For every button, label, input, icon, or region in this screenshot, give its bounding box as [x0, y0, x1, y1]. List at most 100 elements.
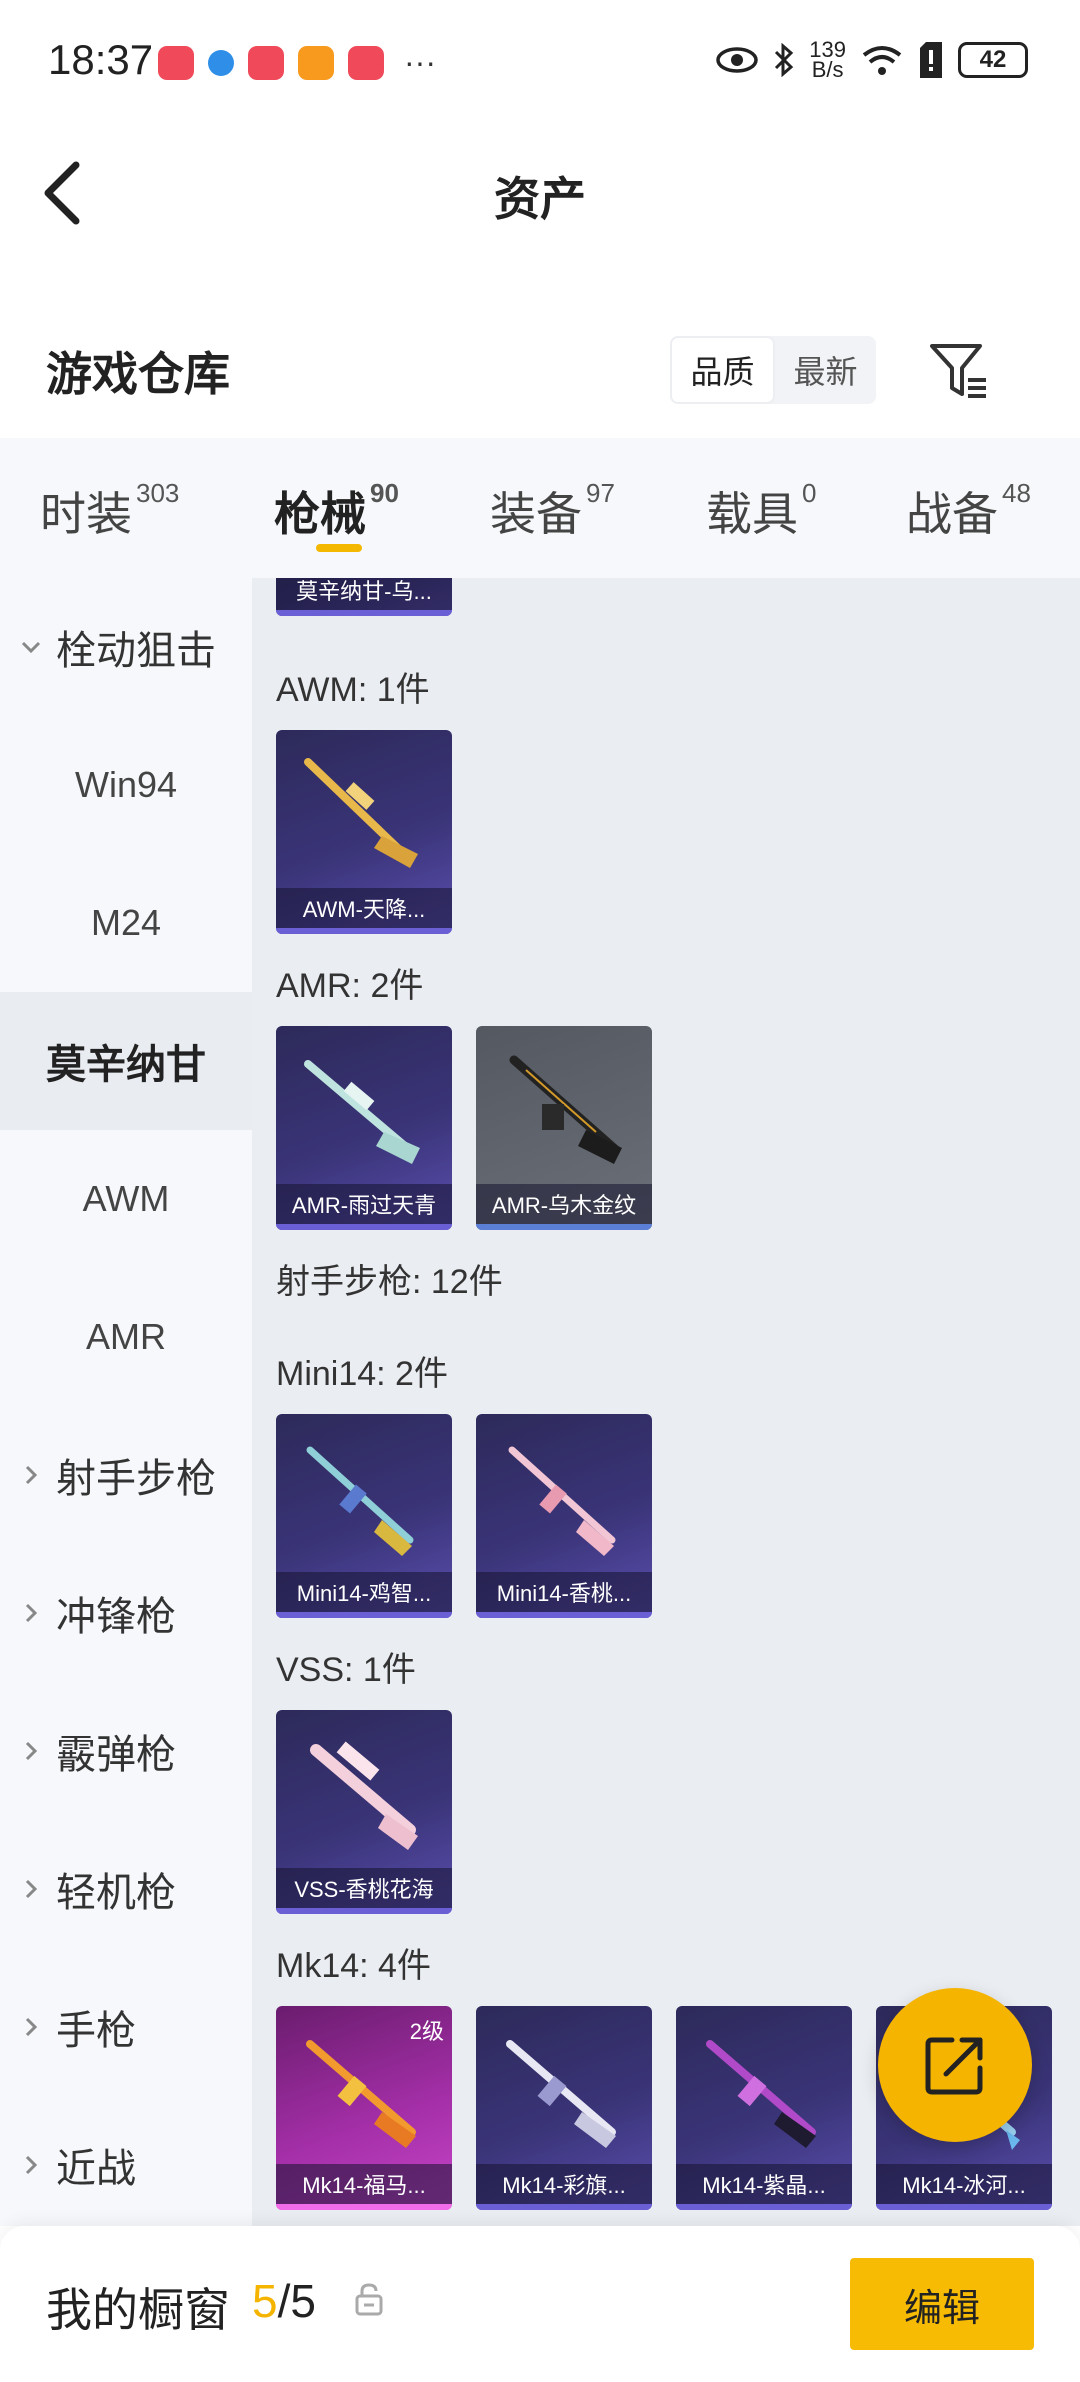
sidebar-item-label: M24 — [90, 902, 162, 943]
sidebar-item-label: 冲锋枪 — [56, 1595, 176, 1639]
weapon-card-label: Mk14-紫晶... — [676, 2164, 852, 2204]
sidebar-item-lmg[interactable]: 轻机枪 — [0, 1820, 252, 1958]
group-label: AWM: 1件 — [276, 671, 430, 709]
rarity-bar — [276, 2204, 452, 2210]
rarity-bar — [276, 610, 452, 616]
eye-icon — [716, 47, 759, 73]
rarity-bar — [476, 1224, 652, 1230]
tab-label: 枪械 — [274, 488, 366, 540]
active-tab-indicator — [316, 544, 362, 552]
status-time: 18:37 — [48, 36, 154, 83]
weapon-card[interactable]: Mk14-紫晶... — [676, 2006, 852, 2210]
tab-count: 303 — [136, 478, 180, 508]
rifle-icon — [304, 758, 418, 868]
weapon-card[interactable]: 莫辛纳甘-乌... — [276, 578, 452, 616]
sidebar-item-awm[interactable]: AWM — [0, 1130, 252, 1268]
weapon-card[interactable]: AMR-雨过天青 — [276, 1026, 452, 1230]
system-icons: 139 B/s 42 — [715, 39, 1028, 81]
chevron-right-icon — [25, 1465, 38, 1485]
sim-alert-icon — [920, 42, 942, 78]
tab-weapons[interactable]: 枪械 90 — [274, 478, 399, 544]
sidebar-item-label: 近战 — [56, 2147, 136, 2191]
share-external-icon — [925, 2037, 983, 2095]
rarity-bar — [476, 1612, 652, 1618]
weapon-card[interactable]: AWM-天降... — [276, 730, 452, 934]
tab-equipment[interactable]: 装备 97 — [490, 478, 615, 544]
sidebar-item-label: Win94 — [74, 764, 178, 805]
showcase-count-total: /5 — [277, 2275, 316, 2327]
weapon-category-sidebar: 栓动狙击 Win94 M24 莫辛纳甘 AWM AMR 射手步枪 冲锋枪 霰弹枪… — [0, 578, 252, 2226]
tab-vehicles[interactable]: 载具 0 — [706, 478, 816, 544]
battery-indicator: 42 — [958, 42, 1028, 78]
wifi-icon — [862, 46, 902, 75]
sort-newest-button[interactable]: 最新 — [775, 336, 876, 404]
rarity-bar — [276, 1224, 452, 1230]
sidebar-item-pistols[interactable]: 手枪 — [0, 1958, 252, 2096]
rifle-icon — [310, 1741, 418, 1850]
sidebar-item-win94[interactable]: Win94 — [0, 716, 252, 854]
sidebar-item-mosin-nagant[interactable]: 莫辛纳甘 — [0, 992, 252, 1130]
chevron-right-icon — [25, 2017, 38, 2037]
tab-count: 0 — [802, 478, 817, 508]
weapon-card-label: Mk14-福马... — [276, 2164, 452, 2204]
video-app-icon — [298, 45, 334, 80]
tab-label: 战备 — [906, 488, 998, 540]
shopping-app-icon — [158, 45, 194, 80]
shopping-app-icon — [248, 45, 284, 80]
rifle-icon — [506, 2040, 616, 2148]
showcase-bar: 我的橱窗 5/5 编辑 — [0, 2226, 1080, 2382]
weapon-level-badge: 2级 — [409, 2019, 444, 2044]
weapon-card[interactable]: 2级 Mk14-福马... — [276, 2006, 452, 2210]
weapon-card-label: Mk14-冰河... — [876, 2164, 1052, 2204]
rarity-bar — [676, 2204, 852, 2210]
group-label: AMR: 2件 — [276, 967, 424, 1005]
showcase-count-current: 5 — [252, 2275, 278, 2327]
rarity-bar — [276, 1612, 452, 1618]
tab-fashion[interactable]: 时装 303 — [40, 478, 179, 544]
sidebar-item-label: 栓动狙击 — [56, 629, 216, 673]
sidebar-item-amr[interactable]: AMR — [0, 1268, 252, 1406]
weapon-card-label: Mini14-香桃... — [476, 1572, 652, 1612]
rifle-icon — [706, 2040, 816, 2148]
sidebar-item-m24[interactable]: M24 — [0, 854, 252, 992]
sidebar-item-smg[interactable]: 冲锋枪 — [0, 1544, 252, 1682]
weapon-card-label: AMR-雨过天青 — [276, 1184, 452, 1224]
sort-quality-button[interactable]: 品质 — [670, 336, 775, 404]
chevron-down-icon — [21, 641, 41, 654]
sidebar-item-melee[interactable]: 近战 — [0, 2096, 252, 2234]
tab-count: 90 — [370, 478, 399, 508]
section-title: 游戏仓库 — [46, 348, 230, 400]
notification-icons: ··· — [158, 44, 436, 81]
sidebar-item-label: 霰弹枪 — [56, 1733, 176, 1777]
weapon-card-label: 莫辛纳甘-乌... — [276, 578, 452, 610]
weapon-card-label: AMR-乌木金纹 — [476, 1184, 652, 1224]
weapon-card[interactable]: VSS-香桃花海 — [276, 1710, 452, 1914]
tab-count: 97 — [586, 478, 615, 508]
browser-app-icon — [208, 49, 234, 76]
showcase-count: 5/5 — [252, 2274, 316, 2328]
share-button[interactable] — [878, 1988, 1032, 2142]
app-header: 资产 — [0, 125, 1080, 255]
rarity-bar — [876, 2204, 1052, 2210]
rifle-icon — [304, 1060, 420, 1164]
sidebar-item-shotguns[interactable]: 霰弹枪 — [0, 1682, 252, 1820]
weapon-card[interactable]: Mini14-香桃... — [476, 1414, 652, 1618]
sidebar-item-marksman-rifles[interactable]: 射手步枪 — [0, 1406, 252, 1544]
sidebar-item-bolt-action[interactable]: 栓动狙击 — [0, 578, 252, 716]
tab-label: 装备 — [490, 488, 582, 540]
sidebar-item-label: 手枪 — [56, 2009, 136, 2053]
weapon-card[interactable]: Mini14-鸡智... — [276, 1414, 452, 1618]
weapon-card-label: VSS-香桃花海 — [276, 1868, 452, 1908]
bluetooth-icon — [775, 43, 794, 77]
edit-button[interactable]: 编辑 — [850, 2258, 1034, 2350]
tab-supplies[interactable]: 战备 48 — [906, 478, 1031, 544]
filter-button[interactable] — [928, 340, 990, 402]
weapon-card[interactable]: AMR-乌木金纹 — [476, 1026, 652, 1230]
more-notifications-icon: ··· — [404, 44, 436, 80]
weapon-card[interactable]: Mk14-彩旗... — [476, 2006, 652, 2210]
sidebar-item-label: 射手步枪 — [56, 1457, 216, 1501]
network-speed: 139 B/s — [809, 39, 846, 81]
weapon-card-label: AWM-天降... — [276, 888, 452, 928]
sidebar-item-label: 轻机枪 — [56, 1871, 176, 1915]
rarity-bar — [476, 2204, 652, 2210]
